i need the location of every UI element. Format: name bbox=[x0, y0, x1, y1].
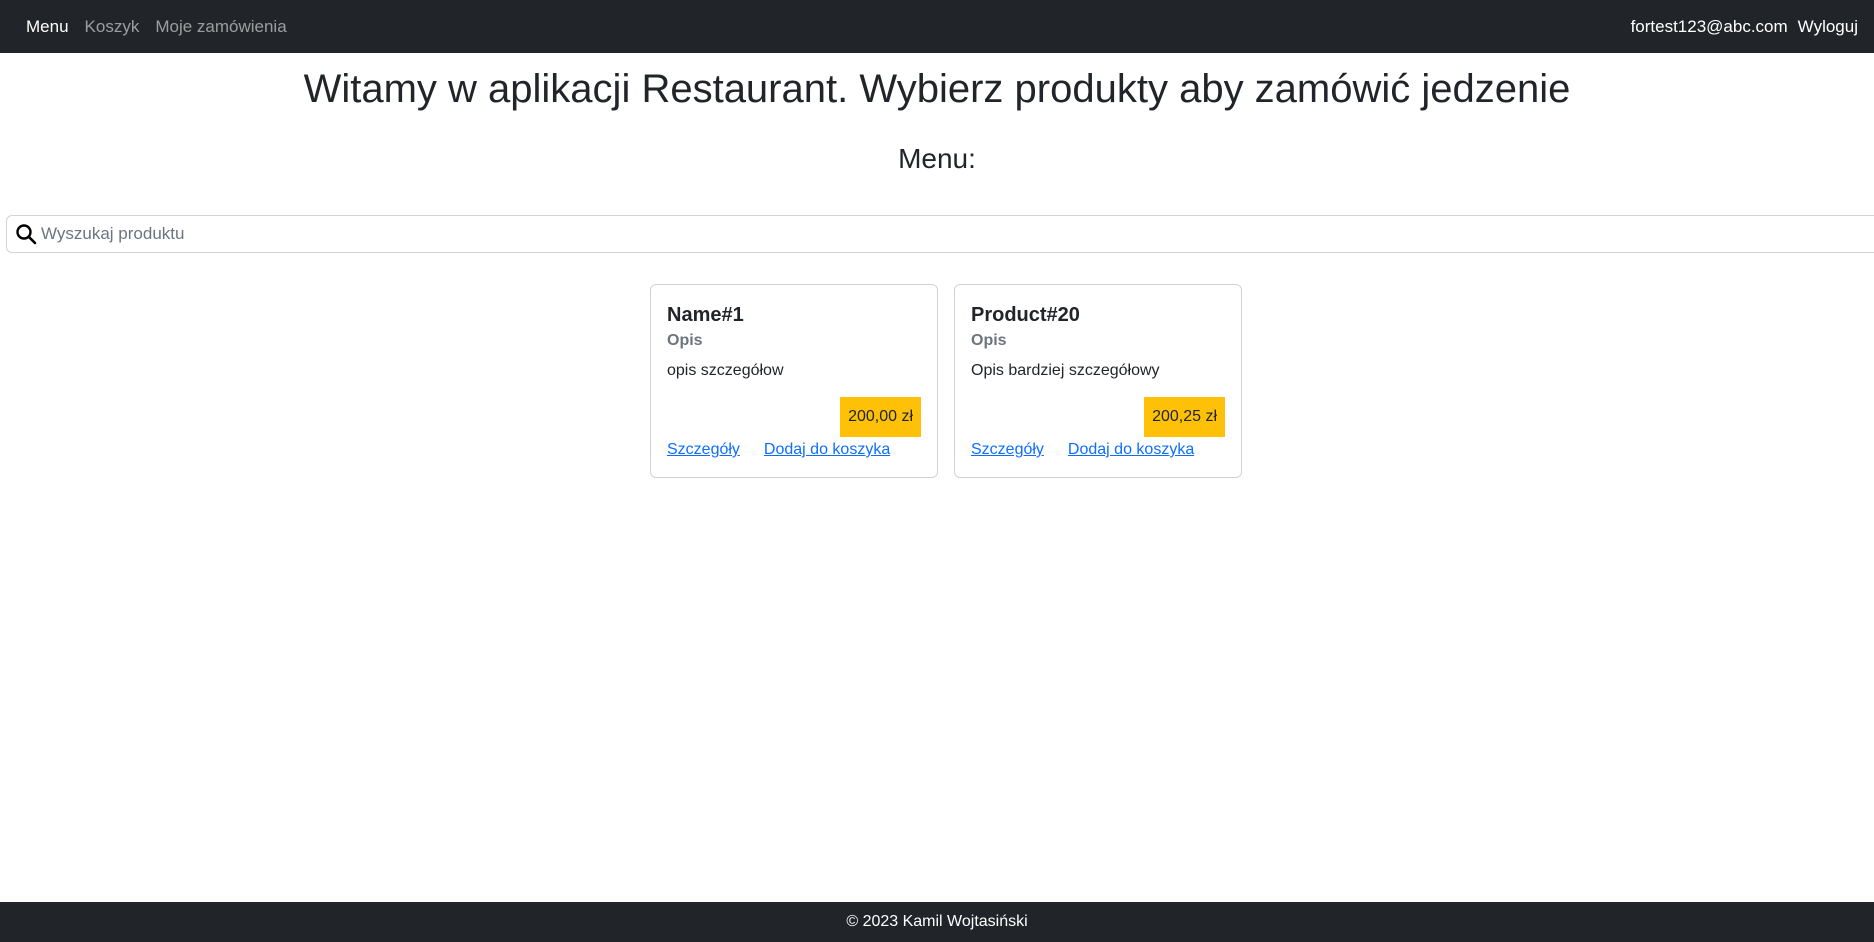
product-name: Name#1 bbox=[667, 304, 744, 326]
price-badge: 200,25 zł bbox=[1144, 397, 1225, 437]
details-link[interactable]: Szczegóły bbox=[667, 441, 740, 459]
product-list: Name#1 Opis opis szczegółow 200,00 zł Sz… bbox=[650, 284, 1258, 478]
search-box bbox=[6, 215, 1874, 253]
nav-user-area: fortest123@abc.com Wyloguj bbox=[1621, 17, 1858, 37]
product-description: opis szczegółow bbox=[667, 362, 784, 379]
product-subtitle: Opis bbox=[667, 332, 703, 349]
nav-links: Menu Koszyk Moje zamówienia bbox=[26, 17, 303, 37]
price-badge: 200,00 zł bbox=[840, 397, 921, 437]
add-to-cart-link[interactable]: Dodaj do koszyka bbox=[764, 441, 890, 459]
product-card: Name#1 Opis opis szczegółow 200,00 zł Sz… bbox=[650, 284, 938, 478]
product-name: Product#20 bbox=[971, 304, 1080, 326]
add-to-cart-link[interactable]: Dodaj do koszyka bbox=[1068, 441, 1194, 459]
product-actions: Szczegóły Dodaj do koszyka bbox=[971, 441, 1218, 459]
product-actions: Szczegóły Dodaj do koszyka bbox=[667, 441, 914, 459]
product-card: Product#20 Opis Opis bardziej szczegółow… bbox=[954, 284, 1242, 478]
top-navbar: Menu Koszyk Moje zamówienia fortest123@a… bbox=[0, 0, 1874, 53]
nav-link-moje-zamowienia[interactable]: Moje zamówienia bbox=[155, 17, 286, 37]
footer-copyright: © 2023 Kamil Wojtasiński bbox=[846, 913, 1028, 930]
search-input[interactable] bbox=[39, 223, 1743, 245]
product-description: Opis bardziej szczegółowy bbox=[971, 362, 1160, 379]
details-link[interactable]: Szczegóły bbox=[971, 441, 1044, 459]
page-title: Witamy w aplikacji Restaurant. Wybierz p… bbox=[303, 67, 1571, 111]
user-email-link[interactable]: fortest123@abc.com bbox=[1631, 17, 1788, 37]
search-icon bbox=[15, 223, 37, 245]
nav-link-menu[interactable]: Menu bbox=[26, 17, 69, 37]
footer: © 2023 Kamil Wojtasiński bbox=[0, 902, 1874, 942]
section-title: Menu: bbox=[898, 143, 976, 174]
logout-link[interactable]: Wyloguj bbox=[1798, 17, 1858, 37]
nav-link-koszyk[interactable]: Koszyk bbox=[85, 17, 140, 37]
product-subtitle: Opis bbox=[971, 332, 1007, 349]
